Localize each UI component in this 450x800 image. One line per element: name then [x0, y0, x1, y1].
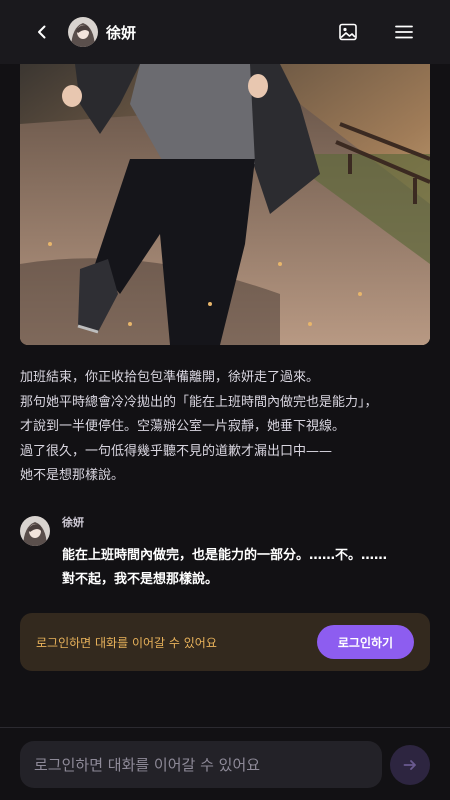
gallery-button[interactable]	[334, 18, 362, 46]
message-avatar[interactable]	[20, 516, 50, 546]
narration-line: 過了很久，一句低得幾乎聽不見的道歉才漏出口中——	[20, 443, 333, 459]
message-line: 對不起，我不是想那樣說。	[62, 572, 219, 587]
chevron-left-icon	[38, 25, 46, 39]
message-sender-name: 徐妍	[62, 516, 84, 529]
character-avatar[interactable]	[68, 17, 98, 47]
message-input[interactable]	[20, 741, 382, 788]
menu-button[interactable]	[390, 18, 418, 46]
narration-line: 才說到一半便停住。空蕩辦公室一片寂靜，她垂下視線。	[20, 419, 346, 434]
scene-illustration	[20, 64, 430, 345]
message-composer	[0, 727, 450, 800]
narration-line: 她不是想那樣說。	[20, 468, 125, 483]
narration-line: 加班結束，你正收拾包包準備離開，徐妍走了過來。	[20, 370, 320, 385]
chat-title: 徐妍	[106, 23, 137, 42]
login-prompt-banner: 로그인하면 대화를 이어갈 수 있어요 로그인하기	[20, 613, 430, 671]
narration-line: 那句她平時總會冷冷拋出的「能在上班時間內做完也是能力」，	[20, 394, 378, 410]
arrow-right-icon	[403, 760, 416, 770]
back-button[interactable]	[28, 18, 56, 46]
message-line: 能在上班時間內做完，也是能力的一部分。……不。……	[62, 548, 388, 563]
hamburger-menu-icon	[395, 25, 413, 39]
send-button[interactable]	[390, 745, 430, 785]
app-header: 徐妍	[0, 0, 450, 64]
login-button[interactable]: 로그인하기	[317, 625, 414, 659]
login-prompt-text: 로그인하면 대화를 이어갈 수 있어요	[36, 635, 217, 650]
image-icon	[339, 23, 357, 41]
narration-text: 加班結束，你正收拾包包準備離開，徐妍走了過來。 那句她平時總會冷冷拋出的「能在上…	[20, 366, 432, 489]
message-body: 能在上班時間內做完，也是能力的一部分。……不。…… 對不起，我不是想那樣說。	[62, 544, 422, 592]
